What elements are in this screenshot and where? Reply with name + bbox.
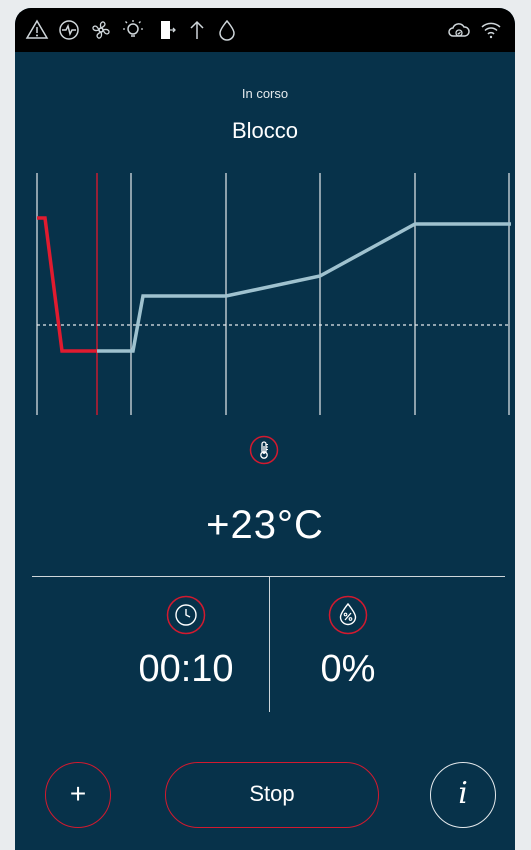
- temperature-readout: +23°C: [206, 503, 324, 547]
- fan-icon[interactable]: [89, 18, 113, 42]
- arrow-up-icon[interactable]: [185, 18, 209, 42]
- cloud-icon[interactable]: [447, 18, 471, 42]
- info-button[interactable]: i: [430, 762, 496, 828]
- humidity-value[interactable]: 0%: [248, 648, 448, 691]
- stop-button[interactable]: Stop: [165, 762, 379, 828]
- device-screen: In corso Blocco +23°C 00:10 0% + Stop i: [15, 8, 515, 850]
- thermometer-icon: [249, 435, 279, 465]
- chart-remaining-line: [97, 222, 511, 353]
- program-title: Blocco: [231, 118, 299, 143]
- wifi-icon[interactable]: [479, 18, 503, 42]
- status-subtitle: In corso: [241, 86, 289, 101]
- chart-completed-line: [37, 216, 97, 353]
- humidity-icon: [328, 595, 368, 635]
- clock-icon: [166, 595, 206, 635]
- door-icon[interactable]: [155, 18, 179, 42]
- drop-icon[interactable]: [215, 18, 239, 42]
- pulse-icon[interactable]: [57, 18, 81, 42]
- status-bar: [15, 8, 515, 52]
- divider: [269, 576, 270, 712]
- program-chart: [36, 173, 511, 415]
- add-button[interactable]: +: [45, 762, 111, 828]
- warning-icon[interactable]: [25, 18, 49, 42]
- light-icon[interactable]: [121, 18, 145, 42]
